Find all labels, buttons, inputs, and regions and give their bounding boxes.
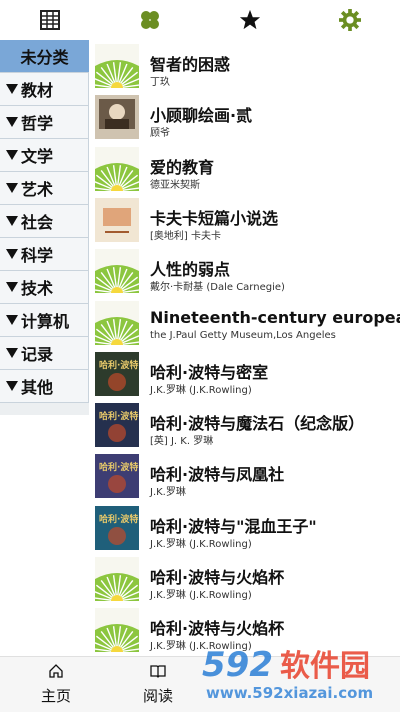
book-cover-image: 哈利·波特 xyxy=(95,505,139,550)
book-title: 哈利·波特与凤凰社 xyxy=(150,465,285,485)
book-row[interactable]: 哈利·波特 哈利·波特与密室 J.K.罗琳 (J.K.Rowling) xyxy=(89,348,400,399)
category-label: 教材 xyxy=(21,81,54,100)
expand-triangle-icon xyxy=(6,348,18,358)
book-author: J.K.罗琳 (J.K.Rowling) xyxy=(150,538,252,550)
book-title: 智者的困惑 xyxy=(150,55,231,74)
home-icon xyxy=(49,664,63,678)
book-row[interactable]: 哈利·波特 哈利·波特与魔法石（纪念版） [英] J. K. 罗琳 xyxy=(89,399,400,450)
category-label: 艺术 xyxy=(21,180,54,199)
tab-reading[interactable]: 阅读 xyxy=(128,663,188,706)
book-cover-image: 哈利·波特 xyxy=(95,454,139,499)
category-sidebar: 未分类 教材 哲学 文学 艺术 社会 科学 技术 计算机 记录 其他 xyxy=(0,40,89,415)
book-row[interactable]: 卡夫卡短篇小说选 [奥地利] 卡夫卡 xyxy=(89,194,400,245)
book-row[interactable]: 哈利·波特 哈利·波特与"混血王子" J.K.罗琳 (J.K.Rowling) xyxy=(89,502,400,553)
top-toolbar xyxy=(0,0,400,40)
expand-triangle-icon xyxy=(6,84,18,94)
category-item-records[interactable]: 记录 xyxy=(0,337,89,370)
book-author: 丁玖 xyxy=(150,77,170,88)
svg-text:哈利·波特: 哈利·波特 xyxy=(99,359,138,371)
svg-text:软件园: 软件园 xyxy=(280,649,370,684)
expand-triangle-icon xyxy=(6,216,18,226)
category-item-philosophy[interactable]: 哲学 xyxy=(0,106,89,139)
svg-text:哈利·波特: 哈利·波特 xyxy=(99,513,138,525)
book-cover-image xyxy=(95,146,139,191)
book-author: the J.Paul Getty Museum,Los Angeles xyxy=(150,329,336,341)
expand-triangle-icon xyxy=(6,117,18,127)
book-title: 爱的教育 xyxy=(150,157,215,177)
book-cover-image xyxy=(95,608,139,653)
svg-text:哈利·波特: 哈利·波特 xyxy=(99,410,138,422)
category-label: 社会 xyxy=(21,213,54,232)
expand-triangle-icon xyxy=(6,381,18,391)
category-label: 哲学 xyxy=(21,114,54,133)
book-row[interactable]: Nineteenth-century european p the J.Paul … xyxy=(89,297,400,348)
category-item-art[interactable]: 艺术 xyxy=(0,172,89,205)
book-row[interactable]: 智者的困惑 丁玖 xyxy=(89,40,400,91)
book-author: J.K.罗琳 xyxy=(150,487,186,499)
book-title: 哈利·波特与"混血王子" xyxy=(150,516,317,536)
svg-text:592: 592 xyxy=(202,645,273,685)
book-cover-image xyxy=(95,249,139,294)
book-row[interactable]: 哈利·波特与火焰杯 J.K.罗琳 (J.K.Rowling) xyxy=(89,553,400,604)
clover-icon[interactable] xyxy=(138,8,162,32)
book-author: 戴尔·卡耐基 (Dale Carnegie) xyxy=(150,282,285,294)
book-title: 哈利·波特与火焰杯 xyxy=(150,568,285,587)
category-item-science[interactable]: 科学 xyxy=(0,238,89,271)
category-label: 文学 xyxy=(21,147,54,166)
svg-text:哈利·波特: 哈利·波特 xyxy=(99,461,138,473)
book-title: 卡夫卡短篇小说选 xyxy=(150,208,279,228)
watermark-logo: 592 软件园 www.592xiazai.com xyxy=(200,638,400,708)
book-cover-image xyxy=(95,557,139,601)
category-item-textbook[interactable]: 教材 xyxy=(0,73,89,106)
category-label: 其他 xyxy=(21,378,54,397)
category-label: 记录 xyxy=(21,345,54,364)
book-title: 哈利·波特与魔法石（纪念版） xyxy=(150,414,365,434)
book-cover-image: 哈利·波特 xyxy=(95,351,139,396)
book-cover-image xyxy=(95,300,139,345)
book-title: 小顾聊绘画·贰 xyxy=(150,106,253,126)
book-author: [英] J. K. 罗琳 xyxy=(150,436,214,448)
tab-home[interactable]: 主页 xyxy=(26,663,86,706)
expand-triangle-icon xyxy=(6,150,18,160)
category-label: 未分类 xyxy=(20,48,69,67)
category-item-other[interactable]: 其他 xyxy=(0,370,89,403)
book-author: J.K.罗琳 (J.K.Rowling) xyxy=(150,384,252,396)
expand-triangle-icon xyxy=(6,315,18,325)
book-cover-image xyxy=(95,95,139,140)
book-row[interactable]: 爱的教育 德亚米契斯 xyxy=(89,143,400,194)
book-author: [奥地利] 卡夫卡 xyxy=(150,230,221,242)
book-list: 智者的困惑丁玖小顾聊绘画·贰顾爷爱的教育德亚米契斯卡夫卡短篇小说选 [奥地利] 卡… xyxy=(89,40,400,656)
abacus-icon[interactable] xyxy=(38,8,62,32)
expand-triangle-icon xyxy=(6,249,18,259)
book-row[interactable]: 人性的弱点戴尔·卡耐基 (Dale Carnegie) xyxy=(89,245,400,296)
book-title: Nineteenth-century european p xyxy=(150,307,400,327)
category-item-computer[interactable]: 计算机 xyxy=(0,304,89,337)
category-item-technology[interactable]: 技术 xyxy=(0,271,89,304)
expand-triangle-icon xyxy=(6,282,18,292)
book-cover-image xyxy=(95,197,139,242)
book-cover-image xyxy=(95,44,139,88)
category-item-society[interactable]: 社会 xyxy=(0,205,89,238)
svg-text:www.592xiazai.com: www.592xiazai.com xyxy=(206,684,373,702)
expand-triangle-icon xyxy=(6,183,18,193)
category-label: 计算机 xyxy=(21,312,70,331)
star-icon[interactable] xyxy=(238,8,262,32)
book-cover-image: 哈利·波特 xyxy=(95,403,139,448)
book-title: 哈利·波特与火焰杯 xyxy=(150,619,285,639)
category-item-literature[interactable]: 文学 xyxy=(0,139,89,172)
category-label: 科学 xyxy=(21,246,54,265)
gear-icon[interactable] xyxy=(338,8,362,32)
book-title: 人性的弱点 xyxy=(150,260,231,280)
tab-label: 阅读 xyxy=(142,687,173,705)
category-label: 技术 xyxy=(21,279,54,298)
book-row[interactable]: 小顾聊绘画·贰顾爷 xyxy=(89,91,400,142)
category-item-uncategorized[interactable]: 未分类 xyxy=(0,40,89,73)
book-author: 德亚米契斯 xyxy=(150,179,200,191)
book-row[interactable]: 哈利·波特 哈利·波特与凤凰社 J.K.罗琳 xyxy=(89,450,400,501)
book-author: J.K.罗琳 (J.K.Rowling) xyxy=(150,590,252,601)
tab-label: 主页 xyxy=(40,687,71,705)
book-title: 哈利·波特与密室 xyxy=(150,362,269,382)
book-icon xyxy=(150,665,166,678)
book-author: 顾爷 xyxy=(150,128,170,140)
